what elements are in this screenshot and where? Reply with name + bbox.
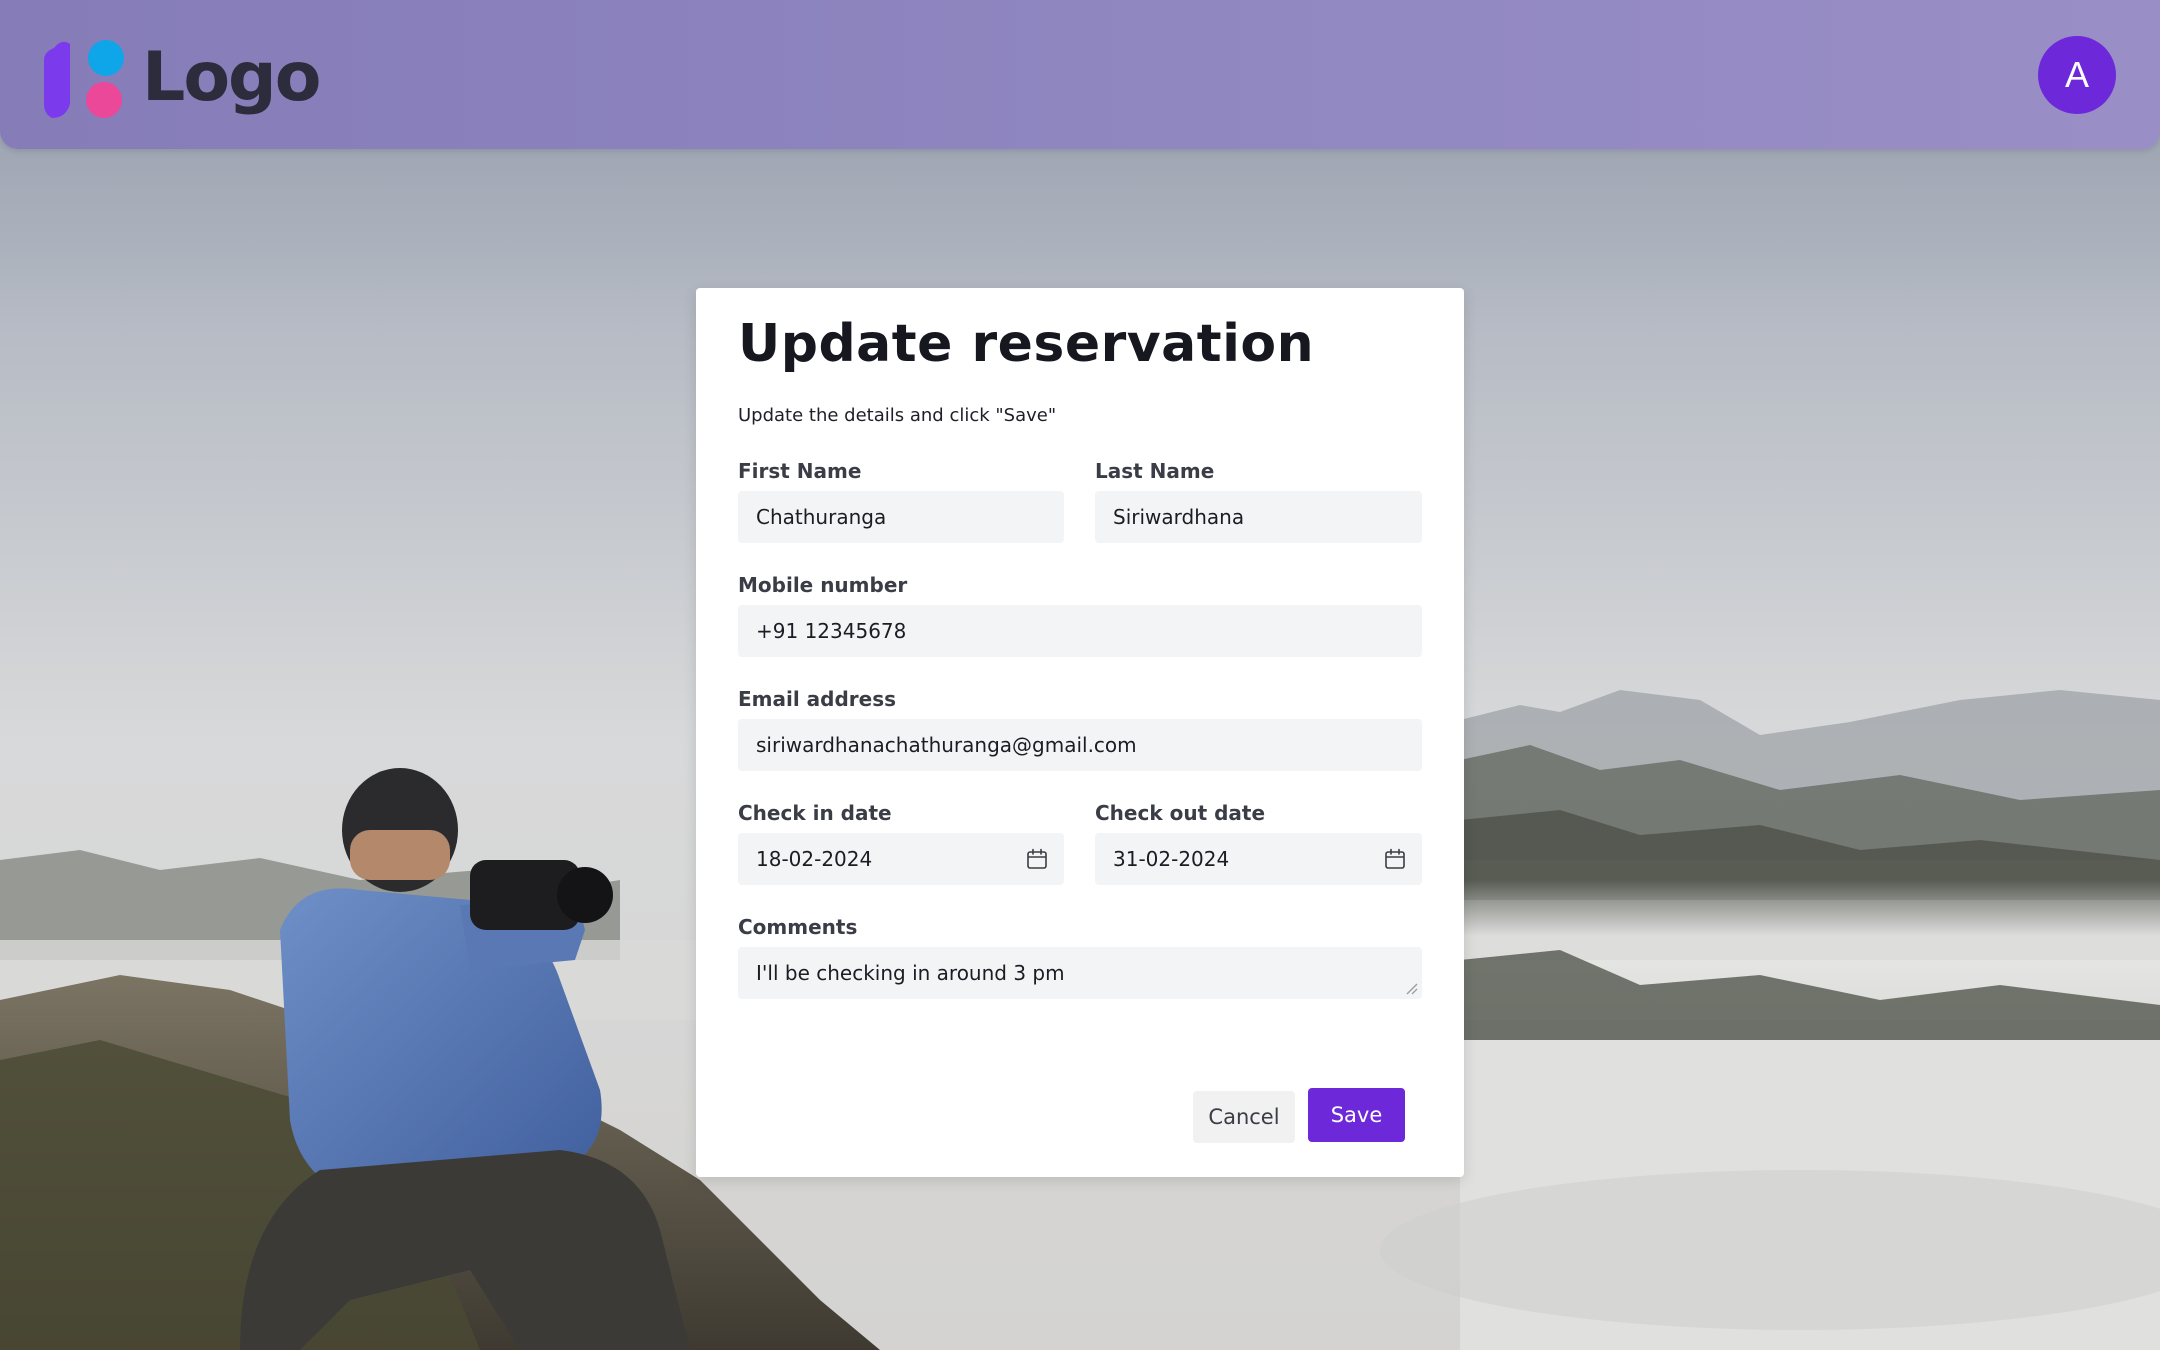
- check-in-date-input[interactable]: 18-02-2024: [738, 833, 1064, 885]
- comments-label: Comments: [738, 915, 858, 939]
- dialog-title: Update reservation: [738, 314, 1315, 374]
- logo-text: Logo: [142, 38, 321, 117]
- user-avatar[interactable]: A: [2038, 36, 2116, 114]
- email-input[interactable]: siriwardhanachathuranga@gmail.com: [738, 719, 1422, 771]
- first-name-value: Chathuranga: [756, 505, 887, 529]
- save-button[interactable]: Save: [1308, 1088, 1405, 1142]
- email-label: Email address: [738, 687, 897, 711]
- last-name-value: Siriwardhana: [1113, 505, 1245, 529]
- mobile-input[interactable]: +91 12345678: [738, 605, 1422, 657]
- check-out-date-input[interactable]: 31-02-2024: [1095, 833, 1422, 885]
- dialog-subtitle: Update the details and click "Save": [738, 405, 1057, 426]
- calendar-icon[interactable]: [1026, 848, 1048, 870]
- comments-textarea[interactable]: I'll be checking in around 3 pm: [738, 947, 1422, 999]
- first-name-input[interactable]: Chathuranga: [738, 491, 1064, 543]
- comments-value: I'll be checking in around 3 pm: [756, 961, 1065, 985]
- mobile-label: Mobile number: [738, 573, 908, 597]
- logo[interactable]: Logo: [44, 38, 321, 124]
- check-out-value: 31-02-2024: [1113, 847, 1230, 871]
- email-value: siriwardhanachathuranga@gmail.com: [756, 733, 1137, 757]
- first-name-label: First Name: [738, 459, 862, 483]
- logo-icon: [44, 40, 124, 118]
- top-nav-bar: Logo A: [0, 0, 2160, 149]
- calendar-icon[interactable]: [1384, 848, 1406, 870]
- check-out-label: Check out date: [1095, 801, 1266, 825]
- update-reservation-dialog: Update reservation Update the details an…: [696, 288, 1464, 1177]
- last-name-label: Last Name: [1095, 459, 1215, 483]
- mobile-value: +91 12345678: [756, 619, 907, 643]
- last-name-input[interactable]: Siriwardhana: [1095, 491, 1422, 543]
- cancel-button[interactable]: Cancel: [1193, 1091, 1295, 1143]
- page: Logo A Update reservation Update the det…: [0, 0, 2160, 1350]
- resize-handle-icon[interactable]: [1404, 981, 1418, 995]
- check-in-label: Check in date: [738, 801, 892, 825]
- check-in-value: 18-02-2024: [756, 847, 873, 871]
